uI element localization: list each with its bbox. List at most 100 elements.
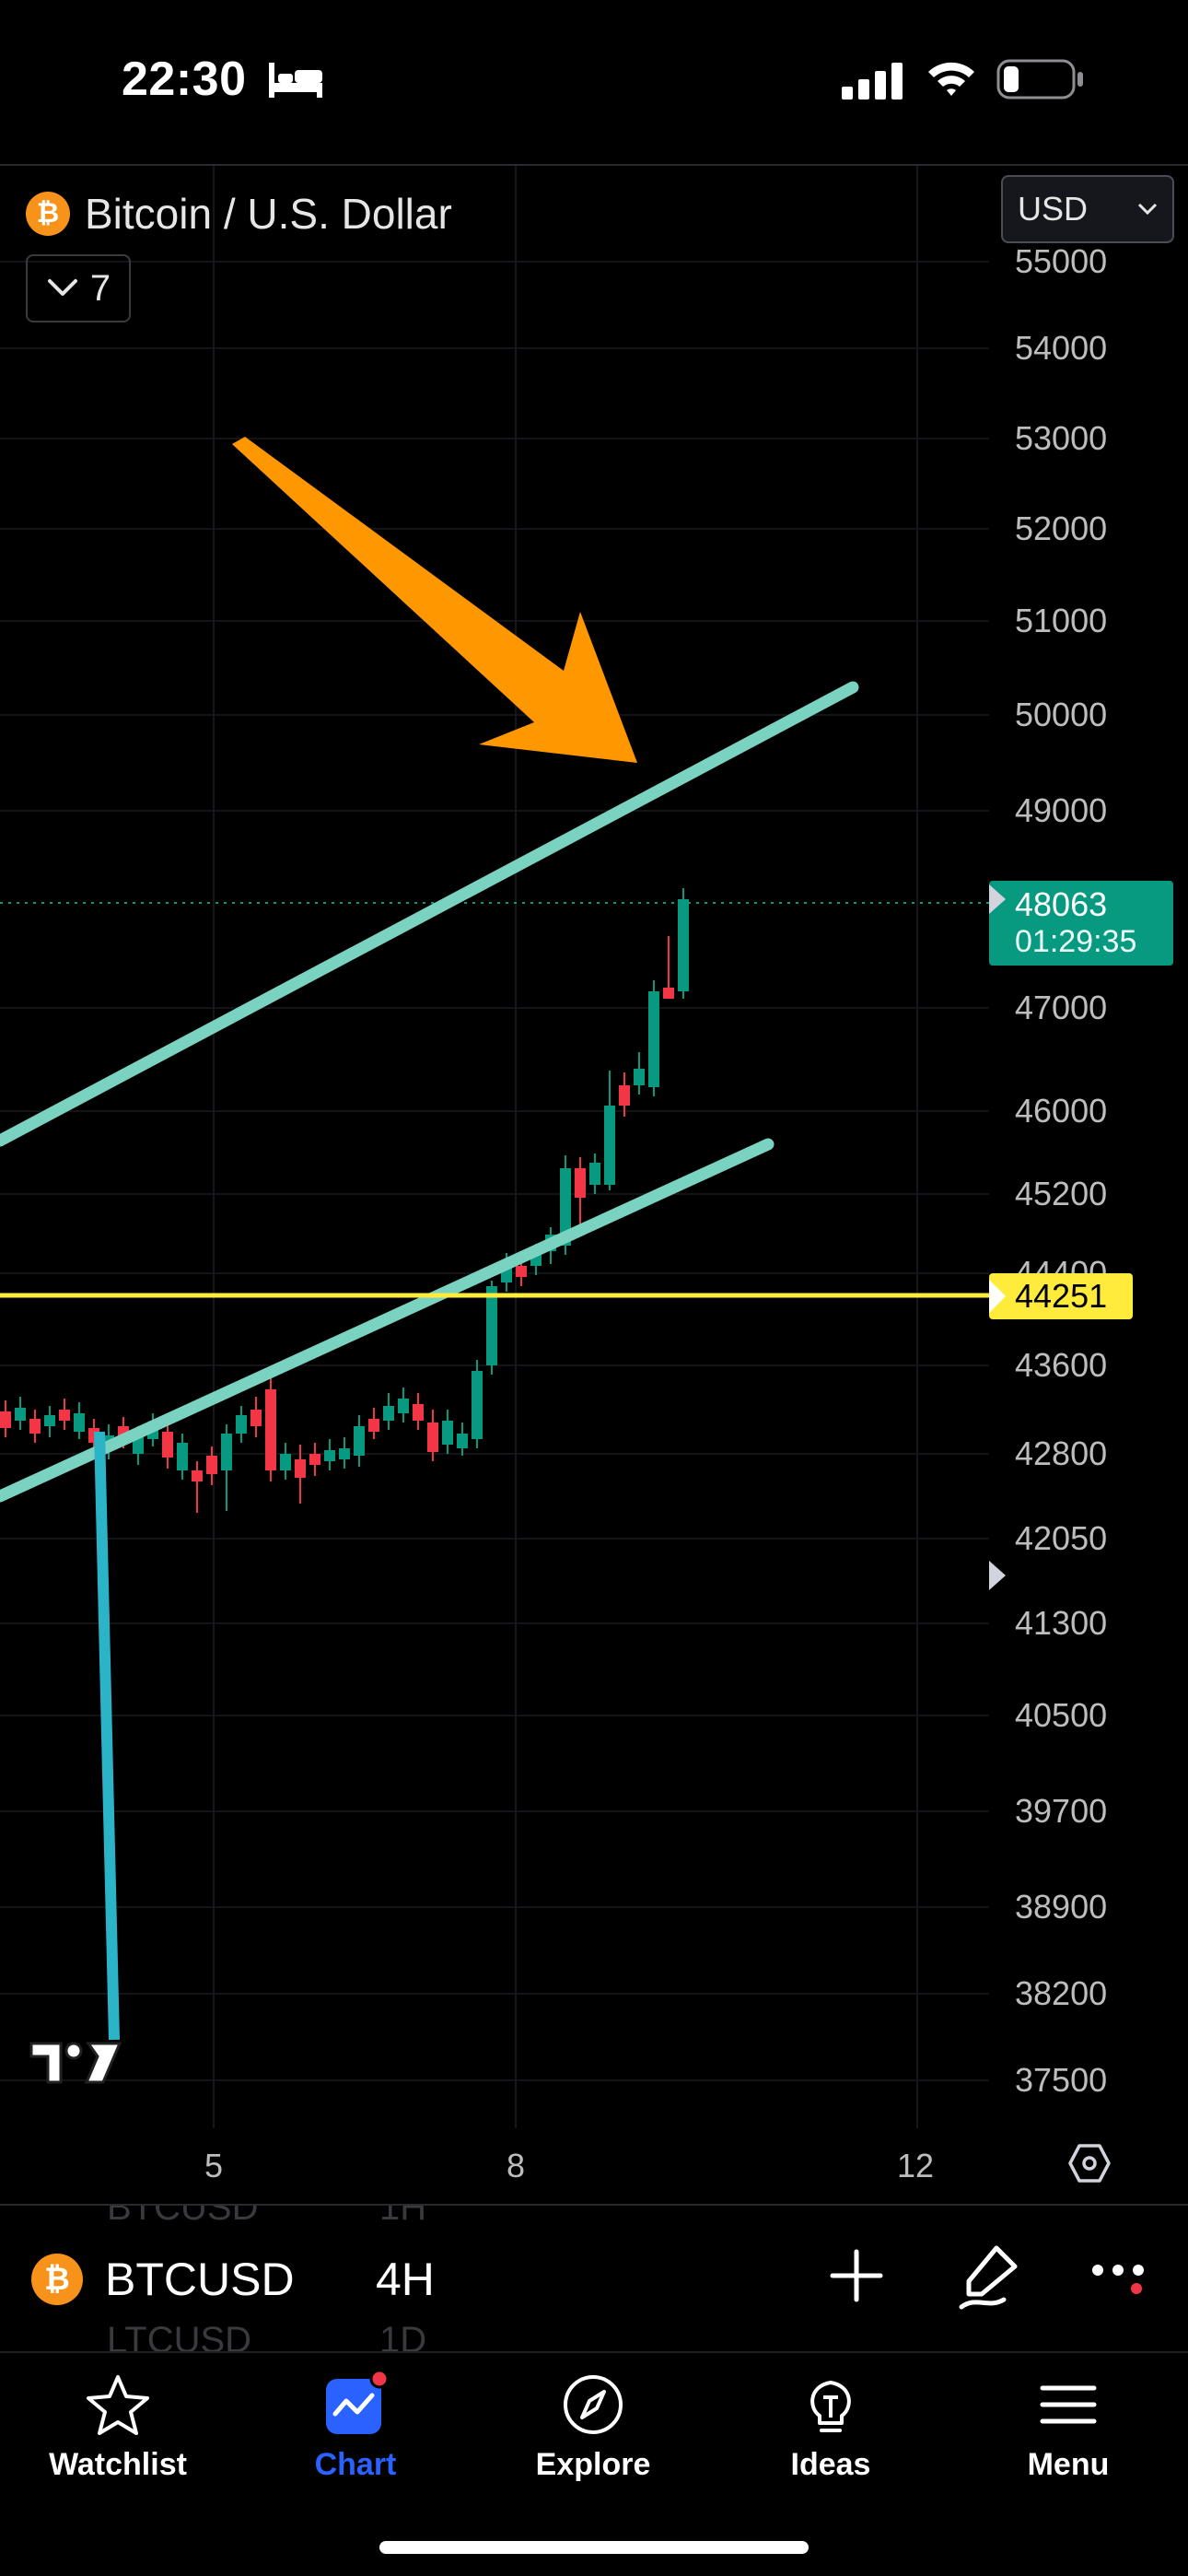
tab-chart[interactable]: Chart <box>254 2371 457 2510</box>
candle-body <box>516 1266 527 1277</box>
candle-body <box>442 1421 453 1445</box>
upper-trendline <box>0 681 859 1147</box>
candle-body <box>427 1423 438 1452</box>
candle-body <box>29 1419 41 1434</box>
price-tag-pointer <box>989 884 1006 914</box>
candle-body <box>619 1085 630 1106</box>
more-options-icon[interactable] <box>1090 2261 1157 2294</box>
ghost-interval-below: 1D <box>379 2320 427 2351</box>
price-scale-label: 39700 <box>1015 1792 1108 1830</box>
ghost-symbol-above: BTCUSD <box>107 2204 259 2228</box>
compass-icon <box>564 2375 623 2434</box>
horizontal-level-price: 44251 <box>1015 1277 1108 1315</box>
home-indicator <box>379 2541 809 2554</box>
tab-watchlist[interactable]: Watchlist <box>17 2371 219 2510</box>
candle-body <box>663 988 674 999</box>
price-scale-label: 54000 <box>1015 329 1108 367</box>
bed-icon <box>269 63 322 98</box>
tab-ideas[interactable]: Ideas <box>729 2371 932 2510</box>
candle-body <box>295 1459 306 1478</box>
current-price-tag: 48063 01:29:35 <box>989 881 1173 966</box>
price-scale-label: 55000 <box>1015 242 1108 280</box>
candle-body <box>354 1426 365 1456</box>
chevron-down-icon <box>47 279 77 296</box>
tab-explore[interactable]: Explore <box>492 2371 694 2510</box>
candle-body <box>604 1106 615 1185</box>
candle-body <box>575 1168 586 1198</box>
status-bar: 22:30 <box>0 0 1188 164</box>
candle-body <box>162 1432 173 1458</box>
candle-body <box>486 1286 497 1365</box>
price-scale-label: 43600 <box>1015 1346 1108 1384</box>
price-scale-label: 52000 <box>1015 509 1108 547</box>
symbol-strip[interactable]: BTCUSD 1H LTCUSD 1D ₿ BTCUSD 4H <box>0 2204 1188 2351</box>
symbol-selector[interactable]: BTCUSD <box>105 2254 295 2305</box>
interval-selector[interactable]: 4H <box>376 2254 435 2305</box>
level-tag-pointer <box>989 1280 1006 1313</box>
candle-body <box>457 1434 468 1448</box>
tab-label: Watchlist <box>49 2447 187 2482</box>
candle-body <box>250 1410 262 1426</box>
price-scale-label: 42800 <box>1015 1434 1108 1472</box>
lightbulb-icon <box>810 2381 851 2432</box>
price-scale-label: 42050 <box>1015 1519 1108 1557</box>
time-scale-label: 12 <box>897 2147 935 2184</box>
chevron-down-icon <box>1137 203 1158 216</box>
time-scale-label: 8 <box>507 2147 526 2184</box>
currency-select[interactable]: USD <box>1001 175 1174 243</box>
symbol-title[interactable]: ₿ Bitcoin / U.S. Dollar <box>26 186 452 241</box>
price-scale-label: 51000 <box>1015 602 1108 639</box>
tab-label: Explore <box>535 2447 651 2482</box>
price-scale-label: 49000 <box>1015 791 1108 829</box>
candle-body <box>44 1415 55 1426</box>
candle-body <box>339 1448 350 1459</box>
candle-body <box>0 1411 11 1428</box>
candle-body <box>648 991 659 1087</box>
chart-canvas[interactable] <box>0 166 1188 2204</box>
tab-menu[interactable]: Menu <box>967 2371 1170 2510</box>
symbol-title-text: Bitcoin / U.S. Dollar <box>85 190 452 238</box>
price-scale-label: 50000 <box>1015 696 1108 733</box>
wifi-icon <box>928 62 974 96</box>
bitcoin-icon: ₿ <box>31 2254 83 2305</box>
price-scale-label: 45200 <box>1015 1175 1108 1212</box>
price-scale-label: 53000 <box>1015 419 1108 457</box>
chart-svg[interactable] <box>0 166 1188 2204</box>
candle-body <box>472 1371 483 1439</box>
candle-body <box>59 1410 70 1421</box>
time-scale-label: 5 <box>204 2147 224 2184</box>
tab-label: Menu <box>1027 2447 1110 2482</box>
candle-body <box>192 1470 203 1481</box>
drawing-tools-icon[interactable] <box>958 2241 1024 2311</box>
hamburger-menu-icon <box>1040 2385 1097 2424</box>
currency-value: USD <box>1018 190 1089 228</box>
tab-label: Chart <box>314 2447 397 2482</box>
star-icon <box>87 2375 149 2435</box>
candle-body <box>634 1069 645 1085</box>
candle-body <box>413 1404 424 1421</box>
lower-trendline <box>0 1138 775 1503</box>
candle-body <box>324 1450 335 1461</box>
tab-label: Ideas <box>790 2447 871 2482</box>
candle-body <box>206 1456 217 1474</box>
price-scale-label: 41300 <box>1015 1604 1108 1642</box>
add-button[interactable] <box>827 2246 886 2305</box>
battery-icon <box>996 59 1083 100</box>
chart-settings-icon[interactable] <box>1068 2143 1111 2184</box>
candle-body <box>236 1415 247 1434</box>
candle-body <box>398 1399 409 1413</box>
candle-body <box>368 1419 379 1432</box>
candle-body <box>74 1413 85 1432</box>
current-price: 48063 <box>1015 885 1108 923</box>
candle-body <box>221 1434 232 1470</box>
candle-body <box>177 1443 188 1470</box>
scroll-to-realtime-icon[interactable] <box>989 1561 1006 1590</box>
horizontal-level-tag[interactable]: 44251 <box>989 1273 1133 1319</box>
ghost-symbol-below: LTCUSD <box>107 2320 252 2351</box>
candle-body <box>309 1454 320 1465</box>
candle-body <box>383 1406 394 1421</box>
indicators-toggle[interactable]: 7 <box>26 254 131 322</box>
tradingview-logo-icon <box>29 2042 122 2084</box>
bitcoin-icon: ₿ <box>26 192 70 236</box>
candle-body <box>678 899 689 991</box>
